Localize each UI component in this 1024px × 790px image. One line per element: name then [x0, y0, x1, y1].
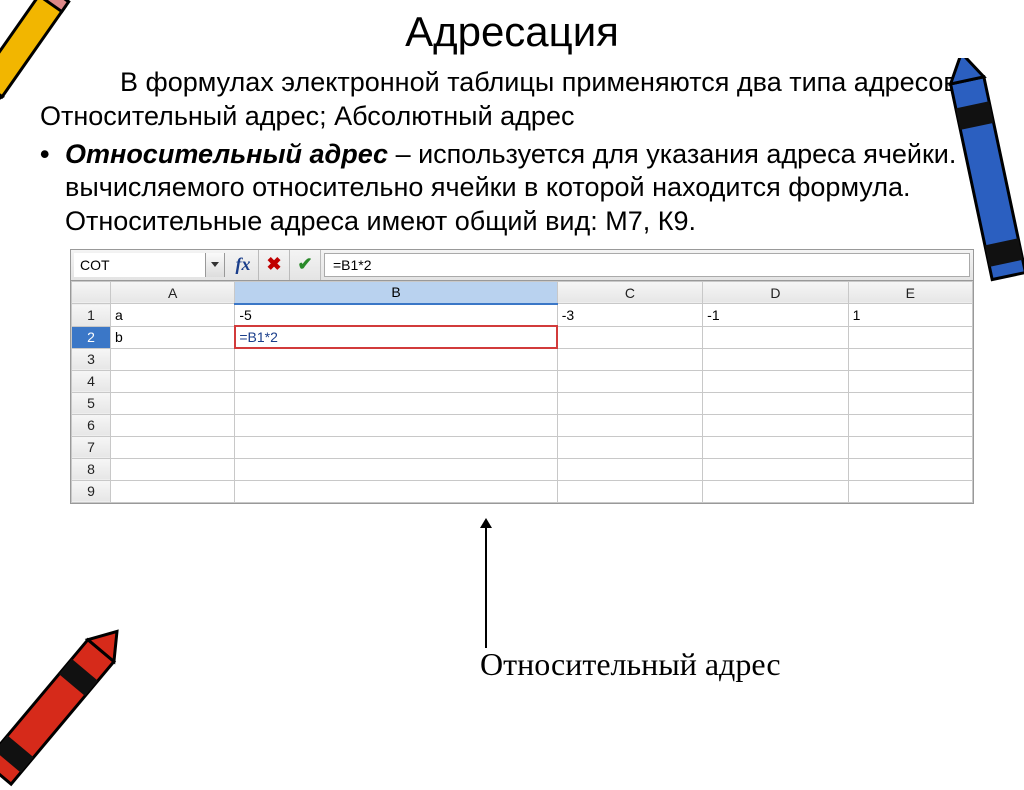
cell-A7[interactable] — [111, 436, 235, 458]
cell-C6[interactable] — [557, 414, 702, 436]
formula-bar: COT fx ✖ ✔ =B1*2 — [71, 250, 973, 281]
cell-E6[interactable] — [848, 414, 972, 436]
fx-button[interactable]: fx — [228, 250, 259, 280]
row-header-9[interactable]: 9 — [72, 480, 111, 502]
corner-cell[interactable] — [72, 281, 111, 304]
callout-arrow — [485, 520, 487, 648]
cell-E9[interactable] — [848, 480, 972, 502]
cell-A5[interactable] — [111, 392, 235, 414]
name-box[interactable]: COT — [74, 253, 225, 277]
col-header-A[interactable]: A — [111, 281, 235, 304]
cell-B7[interactable] — [235, 436, 557, 458]
fx-icon: fx — [236, 254, 251, 275]
cell-B2[interactable]: =B1*2 — [235, 326, 557, 348]
cell-C3[interactable] — [557, 348, 702, 370]
bullet-relative-address: Относительный адрес – используется для у… — [40, 138, 984, 239]
cell-D9[interactable] — [703, 480, 848, 502]
cell-D3[interactable] — [703, 348, 848, 370]
col-header-C[interactable]: C — [557, 281, 702, 304]
cell-A8[interactable] — [111, 458, 235, 480]
cell-D8[interactable] — [703, 458, 848, 480]
cell-E4[interactable] — [848, 370, 972, 392]
cell-C7[interactable] — [557, 436, 702, 458]
row-header-1[interactable]: 1 — [72, 304, 111, 327]
cell-D1[interactable]: -1 — [703, 304, 848, 327]
cell-B9[interactable] — [235, 480, 557, 502]
cell-D7[interactable] — [703, 436, 848, 458]
check-icon: ✔ — [297, 254, 312, 275]
cell-B4[interactable] — [235, 370, 557, 392]
cell-E7[interactable] — [848, 436, 972, 458]
cell-B6[interactable] — [235, 414, 557, 436]
name-box-value: COT — [74, 257, 205, 273]
cell-E5[interactable] — [848, 392, 972, 414]
row-header-6[interactable]: 6 — [72, 414, 111, 436]
cell-A1[interactable]: a — [111, 304, 235, 327]
cell-C8[interactable] — [557, 458, 702, 480]
row-header-4[interactable]: 4 — [72, 370, 111, 392]
row-header-5[interactable]: 5 — [72, 392, 111, 414]
cell-B5[interactable] — [235, 392, 557, 414]
formula-text: =B1*2 — [333, 257, 372, 273]
cell-A3[interactable] — [111, 348, 235, 370]
cell-D6[interactable] — [703, 414, 848, 436]
row-header-7[interactable]: 7 — [72, 436, 111, 458]
cell-A2[interactable]: b — [111, 326, 235, 348]
formula-input[interactable]: =B1*2 — [324, 253, 970, 277]
cancel-icon: ✖ — [266, 254, 281, 275]
cell-B3[interactable] — [235, 348, 557, 370]
page-title: Адресация — [40, 8, 984, 56]
cell-C4[interactable] — [557, 370, 702, 392]
cell-C2[interactable] — [557, 326, 702, 348]
cell-D5[interactable] — [703, 392, 848, 414]
cell-B8[interactable] — [235, 458, 557, 480]
cell-A4[interactable] — [111, 370, 235, 392]
row-header-8[interactable]: 8 — [72, 458, 111, 480]
grid[interactable]: ABCDE 1a-5-3-112b=B1*23456789 — [71, 281, 973, 503]
cancel-button[interactable]: ✖ — [259, 250, 290, 280]
cell-D4[interactable] — [703, 370, 848, 392]
crayon-red-icon — [0, 620, 135, 790]
crayon-blue-icon — [939, 58, 1024, 318]
col-header-D[interactable]: D — [703, 281, 848, 304]
spreadsheet: COT fx ✖ ✔ =B1*2 ABCDE 1a-5-3-112b=B1*23… — [70, 249, 974, 504]
intro-paragraph: В формулах электронной таблицы применяют… — [40, 66, 984, 134]
cell-E2[interactable] — [848, 326, 972, 348]
row-header-3[interactable]: 3 — [72, 348, 111, 370]
name-box-dropdown-icon[interactable] — [205, 253, 224, 277]
cell-C9[interactable] — [557, 480, 702, 502]
bullet-lead: Относительный адрес — [65, 139, 388, 169]
callout-label: Относительный адрес — [480, 646, 781, 683]
cell-A9[interactable] — [111, 480, 235, 502]
crayon-pencil-icon — [0, 0, 100, 133]
cell-E3[interactable] — [848, 348, 972, 370]
accept-button[interactable]: ✔ — [290, 250, 321, 280]
cell-D2[interactable] — [703, 326, 848, 348]
cell-E8[interactable] — [848, 458, 972, 480]
row-header-2[interactable]: 2 — [72, 326, 111, 348]
cell-A6[interactable] — [111, 414, 235, 436]
cell-C5[interactable] — [557, 392, 702, 414]
col-header-B[interactable]: B — [235, 281, 557, 304]
cell-C1[interactable]: -3 — [557, 304, 702, 327]
cell-B1[interactable]: -5 — [235, 304, 557, 327]
